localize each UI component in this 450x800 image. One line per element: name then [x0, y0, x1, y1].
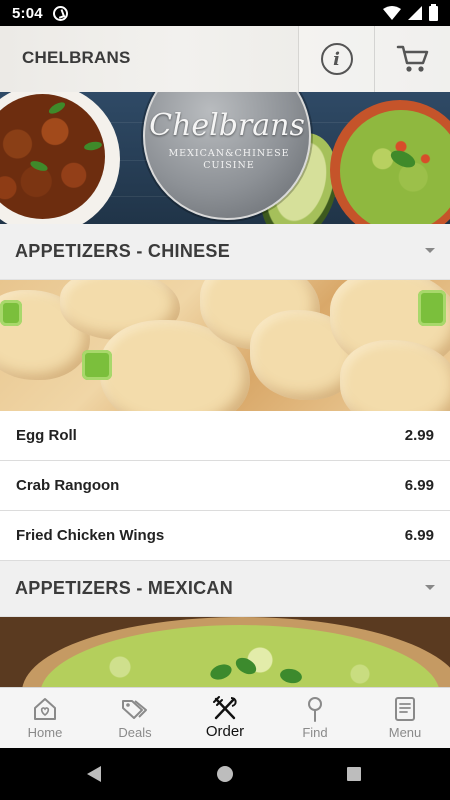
nav-label: Order: [205, 723, 245, 740]
cart-icon: [396, 45, 428, 72]
status-bar: 5:04: [0, 0, 450, 26]
item-name: Crab Rangoon: [16, 477, 120, 494]
location-pin-icon: [301, 696, 329, 722]
system-navigation-bar: [0, 748, 450, 800]
logo-subtitle: MEXICAN&CHINESE CUISINE: [159, 148, 299, 172]
nav-label: Menu: [388, 725, 422, 740]
book-icon: [391, 696, 419, 722]
item-name: Fried Chicken Wings: [16, 527, 165, 544]
nav-label: Deals: [118, 725, 152, 740]
restaurant-banner: Chelbrans MEXICAN&CHINESE CUISINE: [0, 92, 450, 224]
section-image-guacamole: [0, 617, 450, 687]
logo-subtitle-line2: CUISINE: [203, 160, 255, 171]
nav-menu[interactable]: Menu: [360, 688, 450, 748]
bottom-navigation: Home Deals Order Find Menu: [0, 687, 450, 748]
nav-home[interactable]: Home: [0, 688, 90, 748]
item-price: 6.99: [404, 477, 434, 494]
item-price: 6.99: [404, 527, 434, 544]
recent-apps-icon[interactable]: [347, 767, 361, 781]
nav-deals[interactable]: Deals: [90, 688, 180, 748]
menu-item-row[interactable]: Egg Roll 2.99: [0, 411, 450, 461]
nav-label: Home: [27, 725, 63, 740]
status-time: 5:04: [12, 4, 43, 22]
utensils-icon: [211, 696, 239, 722]
signal-icon: [408, 6, 422, 20]
info-button[interactable]: i: [298, 26, 374, 92]
back-icon[interactable]: [87, 766, 101, 782]
nav-order[interactable]: Order: [180, 688, 270, 748]
section-image-wontons: [0, 280, 450, 411]
menu-item-row[interactable]: Crab Rangoon 6.99: [0, 461, 450, 511]
item-name: Egg Roll: [16, 427, 77, 444]
cart-button[interactable]: [374, 26, 450, 92]
nav-label: Find: [302, 725, 328, 740]
tag-icon: [121, 696, 149, 722]
home-icon: [31, 696, 59, 722]
section-header-appetizers-chinese[interactable]: APPETIZERS - CHINESE: [0, 224, 450, 280]
home-circle-icon[interactable]: [217, 766, 233, 782]
logo-script-text: Chelbrans: [149, 108, 305, 143]
logo-subtitle-line1: MEXICAN&CHINESE: [168, 148, 290, 159]
data-saver-icon: [52, 5, 68, 21]
chevron-down-icon: [425, 248, 435, 253]
section-title: APPETIZERS - CHINESE: [15, 241, 231, 261]
chevron-down-icon: [425, 585, 435, 590]
section-header-appetizers-mexican[interactable]: APPETIZERS - MEXICAN: [0, 561, 450, 617]
nav-find[interactable]: Find: [270, 688, 360, 748]
brand-name: CHELBRANS: [22, 48, 131, 67]
app-header: CHELBRANS i: [0, 26, 450, 92]
menu-item-row[interactable]: Fried Chicken Wings 6.99: [0, 511, 450, 561]
info-icon: i: [320, 43, 353, 75]
battery-icon: [429, 3, 438, 21]
item-price: 2.99: [404, 427, 434, 444]
status-icons: [383, 3, 438, 21]
section-title: APPETIZERS - MEXICAN: [15, 578, 234, 598]
wifi-icon: [383, 6, 401, 20]
